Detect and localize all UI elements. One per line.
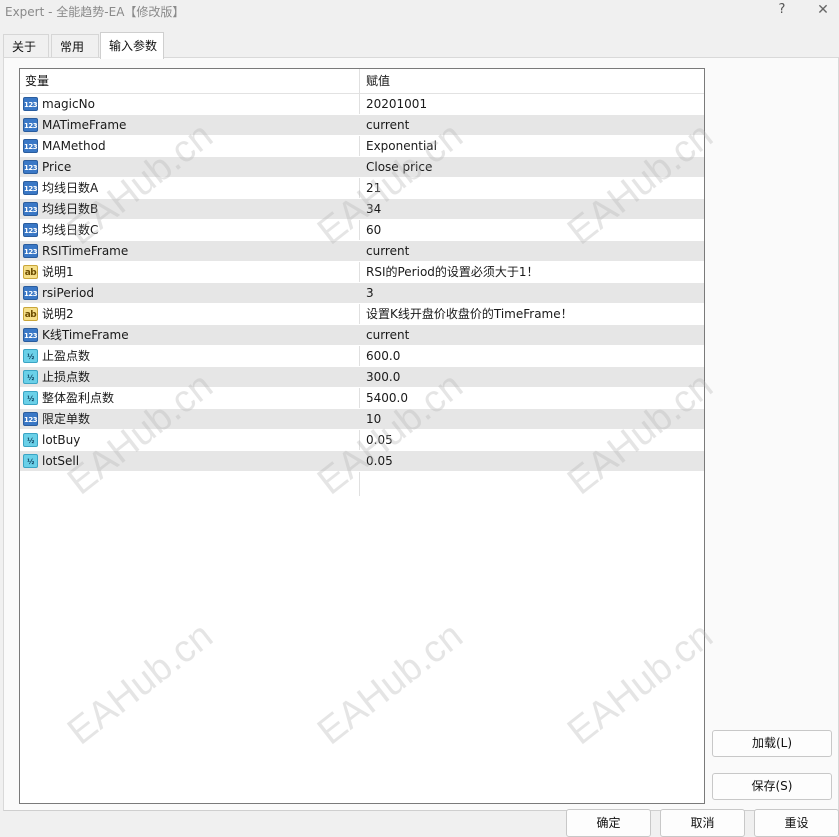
parameter-name: K线TimeFrame [42, 328, 129, 342]
parameter-row[interactable]: 123 RSITimeFrame current [20, 241, 704, 262]
parameter-row[interactable]: ab 说明2 设置K线开盘价收盘价的TimeFrame！ [20, 304, 704, 325]
grid-rows: 123 magicNo 20201001 123 MATimeFrame current 1… [20, 94, 704, 472]
parameter-name: MAMethod [42, 139, 106, 153]
parameter-name: Price [42, 160, 72, 174]
parameter-value[interactable]: 60 [366, 220, 381, 241]
integer-type-icon: 123 [23, 118, 38, 132]
parameter-value[interactable]: current [366, 115, 409, 136]
parameter-row[interactable]: ½ 止损点数 300.0 [20, 367, 704, 388]
title-bar: Expert - 全能趋势-EA【修改版】 ? ✕ [0, 0, 839, 22]
close-button[interactable]: ✕ [812, 0, 834, 20]
double-type-icon: ½ [23, 454, 38, 468]
double-type-icon: ½ [23, 349, 38, 363]
help-button[interactable]: ? [774, 1, 790, 19]
integer-type-icon: 123 [23, 412, 38, 426]
parameter-name: 整体盈利点数 [42, 391, 115, 405]
parameter-row[interactable]: 123 限定单数 10 [20, 409, 704, 430]
parameter-row[interactable]: 123 rsiPeriod 3 [20, 283, 704, 304]
double-type-icon: ½ [23, 391, 38, 405]
parameter-row[interactable]: ab 说明1 RSI的Period的设置必须大于1！ [20, 262, 704, 283]
column-header-value[interactable]: 赋值 [366, 69, 390, 94]
integer-type-icon: 123 [23, 244, 38, 258]
parameter-value[interactable]: 20201001 [366, 94, 427, 115]
reset-button[interactable]: 重设 [754, 809, 839, 837]
parameters-grid: 变量 赋值 123 magicNo 20201001 123 MATimeFrame cu… [19, 68, 705, 804]
parameter-name: rsiPeriod [42, 286, 94, 300]
integer-type-icon: 123 [23, 181, 38, 195]
double-type-icon: ½ [23, 370, 38, 384]
parameter-row[interactable]: ½ 整体盈利点数 5400.0 [20, 388, 704, 409]
save-button[interactable]: 保存(S) [712, 773, 832, 800]
parameter-value[interactable]: 0.05 [366, 451, 393, 472]
parameter-name: 均线日数A [42, 181, 99, 195]
parameter-value[interactable]: 5400.0 [366, 388, 408, 409]
parameter-value[interactable]: 300.0 [366, 367, 400, 388]
parameter-value[interactable]: 0.05 [366, 430, 393, 451]
parameter-name: 说明1 [42, 265, 74, 279]
parameter-value[interactable]: Close price [366, 157, 432, 178]
parameter-row[interactable]: 123 均线日数C 60 [20, 220, 704, 241]
double-type-icon: ½ [23, 433, 38, 447]
string-type-icon: ab [23, 307, 38, 321]
parameter-name: RSITimeFrame [42, 244, 129, 258]
integer-type-icon: 123 [23, 97, 38, 111]
integer-type-icon: 123 [23, 139, 38, 153]
parameter-name: 均线日数C [42, 223, 99, 237]
parameter-row[interactable]: 123 Price Close price [20, 157, 704, 178]
parameter-name: lotBuy [42, 433, 81, 447]
parameter-name: MATimeFrame [42, 118, 127, 132]
load-button[interactable]: 加载(L) [712, 730, 832, 757]
tab-about[interactable]: 关于 [3, 34, 49, 58]
parameter-name: 止盈点数 [42, 349, 91, 363]
parameter-value[interactable]: RSI的Period的设置必须大于1！ [366, 262, 539, 283]
parameter-row[interactable]: 123 K线TimeFrame current [20, 325, 704, 346]
parameter-value[interactable]: 3 [366, 283, 374, 304]
column-header-variable[interactable]: 变量 [25, 69, 49, 94]
tab-common[interactable]: 常用 [51, 34, 99, 58]
parameter-row[interactable]: ½ 止盈点数 600.0 [20, 346, 704, 367]
cancel-button[interactable]: 取消 [660, 809, 745, 837]
parameter-name: 均线日数B [42, 202, 99, 216]
parameter-name: magicNo [42, 97, 95, 111]
parameter-name: lotSell [42, 454, 80, 468]
parameter-value[interactable]: 600.0 [366, 346, 400, 367]
parameter-value[interactable]: current [366, 325, 409, 346]
tab-inputs[interactable]: 输入参数 [100, 32, 164, 59]
grid-header: 变量 赋值 [20, 69, 704, 94]
parameter-value[interactable]: Exponential [366, 136, 437, 157]
integer-type-icon: 123 [23, 223, 38, 237]
window-title: Expert - 全能趋势-EA【修改版】 [5, 5, 185, 19]
parameter-name: 限定单数 [42, 412, 91, 426]
integer-type-icon: 123 [23, 160, 38, 174]
parameter-row[interactable]: 123 均线日数A 21 [20, 178, 704, 199]
string-type-icon: ab [23, 265, 38, 279]
parameter-row[interactable]: 123 magicNo 20201001 [20, 94, 704, 115]
parameter-row[interactable]: ½ lotSell 0.05 [20, 451, 704, 472]
ok-button[interactable]: 确定 [566, 809, 651, 837]
integer-type-icon: 123 [23, 328, 38, 342]
parameter-value[interactable]: 21 [366, 178, 381, 199]
parameter-row[interactable]: 123 MAMethod Exponential [20, 136, 704, 157]
parameter-value[interactable]: 34 [366, 199, 381, 220]
parameter-row[interactable]: 123 MATimeFrame current [20, 115, 704, 136]
integer-type-icon: 123 [23, 202, 38, 216]
inputs-panel: 变量 赋值 123 magicNo 20201001 123 MATimeFrame cu… [3, 57, 839, 811]
parameter-value[interactable]: 设置K线开盘价收盘价的TimeFrame！ [366, 304, 573, 325]
integer-type-icon: 123 [23, 286, 38, 300]
parameter-value[interactable]: 10 [366, 409, 381, 430]
parameter-value[interactable]: current [366, 241, 409, 262]
parameter-row[interactable]: ½ lotBuy 0.05 [20, 430, 704, 451]
parameter-name: 说明2 [42, 307, 74, 321]
parameter-name: 止损点数 [42, 370, 91, 384]
parameter-row[interactable]: 123 均线日数B 34 [20, 199, 704, 220]
